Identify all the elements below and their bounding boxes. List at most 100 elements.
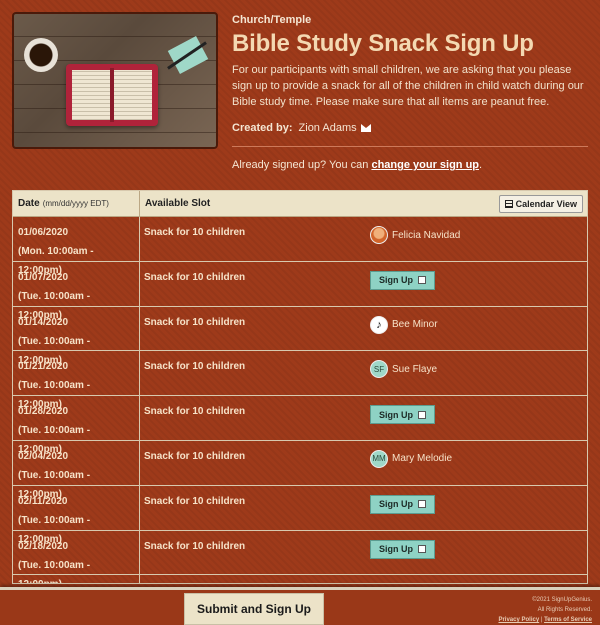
signup-cell: Felicia Navidad <box>370 217 587 261</box>
sign-up-button[interactable]: Sign Up <box>370 494 435 514</box>
signup-cell: Sign Up <box>370 396 587 440</box>
footer-bar: Submit and Sign Up ©2021 SignUpGenius. A… <box>0 587 600 625</box>
calendar-view-label: Calendar View <box>515 198 577 209</box>
slot-date: 01/28/2020 <box>18 406 69 418</box>
table-header: Date (mm/dd/yyyy EDT) Available Slot Cal… <box>13 191 587 217</box>
slot-cell: Snack for 10 children <box>144 361 246 373</box>
date-cell: 01/06/2020 (Mon. 10:00am - 12:00pm) <box>13 217 140 276</box>
terms-link[interactable]: Terms of Service <box>544 617 592 623</box>
calendar-view-button[interactable]: Calendar View <box>498 194 583 213</box>
participant-name: Sue Flaye <box>392 363 438 375</box>
sign-up-label: Sign Up <box>379 499 413 510</box>
bible-illustration <box>66 64 158 126</box>
table-row: 01/14/2020 (Tue. 10:00am - 12:00pm) Snac… <box>13 306 587 366</box>
slot-date: 01/06/2020 <box>18 227 69 238</box>
signup-cell: Sign Up <box>370 531 587 575</box>
participant-name: Mary Melodie <box>392 453 453 465</box>
signup-cell: ♪ Bee Minor <box>370 307 587 351</box>
copyright: ©2021 SignUpGenius. <box>532 597 592 603</box>
slot-date: 02/18/2020 <box>18 540 69 552</box>
creator-name: Zion Adams <box>298 122 357 134</box>
date-cell: 01/28/2020 (Tue. 10:00am - 12:00pm) <box>13 396 140 455</box>
sign-up-label: Sign Up <box>379 544 413 555</box>
signed-up-person: Felicia Navidad <box>370 226 587 244</box>
slot-header: Available Slot <box>145 198 211 209</box>
calendar-icon <box>504 199 513 208</box>
date-cell: 02/18/2020 (Tue. 10:00am - 12:00pm) <box>13 530 140 583</box>
table-row: 02/11/2020 (Tue. 10:00am - 12:00pm) Snac… <box>13 485 587 545</box>
table-row: 01/06/2020 (Mon. 10:00am - 12:00pm) Snac… <box>13 217 587 276</box>
table-row: 01/21/2020 (Tue. 10:00am - 12:00pm) Snac… <box>13 351 587 410</box>
date-cell: 01/21/2020 (Tue. 10:00am - 12:00pm) <box>13 351 140 410</box>
already-suffix: . <box>479 159 483 171</box>
slots-table: Date (mm/dd/yyyy EDT) Available Slot Cal… <box>12 190 588 584</box>
signed-up-person: ♪ Bee Minor <box>370 315 587 334</box>
privacy-link[interactable]: Privacy Policy <box>498 617 539 623</box>
slot-date: 01/14/2020 <box>18 316 69 328</box>
slot-date: 02/11/2020 <box>18 495 68 507</box>
slot-cell: Snack for 10 children <box>144 316 246 328</box>
slot-date: 01/21/2020 <box>18 361 69 373</box>
signed-up-person: SF Sue Flaye <box>370 360 587 379</box>
date-header: Date <box>18 198 40 209</box>
created-by: Created by: Zion Adams <box>232 122 588 134</box>
created-by-label: Created by: <box>232 122 293 134</box>
table-row: 01/07/2020 (Tue. 10:00am - 12:00pm) Snac… <box>13 261 587 321</box>
signup-cell: Sign Up <box>370 262 587 306</box>
table-body: 01/06/2020 (Mon. 10:00am - 12:00pm) Snac… <box>13 217 587 583</box>
date-cell: 02/11/2020 (Tue. 10:00am - 12:00pm) <box>13 485 140 545</box>
participant-name: Bee Minor <box>392 319 438 331</box>
signup-cell <box>370 575 587 583</box>
slot-cell: Snack for 10 children <box>144 450 246 462</box>
date-cell: 01/07/2020 (Tue. 10:00am - 12:00pm) <box>13 261 140 321</box>
table-row <box>13 575 587 583</box>
coffee-cup-illustration <box>24 38 58 72</box>
avatar-photo <box>370 226 388 244</box>
sign-up-button[interactable]: Sign Up <box>370 405 435 425</box>
date-cell: 01/14/2020 (Tue. 10:00am - 12:00pm) <box>13 306 140 366</box>
slot-cell: Snack for 10 children <box>144 227 246 238</box>
avatar-initials: SF <box>370 360 388 379</box>
signup-checkbox[interactable] <box>418 545 426 554</box>
signed-up-person: MM Mary Melodie <box>370 449 587 468</box>
date-format-hint: (mm/dd/yyyy EDT) <box>42 199 109 208</box>
page-title: Bible Study Snack Sign Up <box>232 30 534 57</box>
slot-cell: Snack for 10 children <box>144 406 246 418</box>
divider <box>232 146 588 147</box>
legal-info: ©2021 SignUpGenius. All Rights Reserved.… <box>498 597 592 623</box>
sign-up-button[interactable]: Sign Up <box>370 539 435 559</box>
table-row: 02/18/2020 (Tue. 10:00am - 12:00pm) Snac… <box>13 530 587 583</box>
avatar-initials: MM <box>370 449 388 468</box>
already-signed-up: Already signed up? You can change your s… <box>232 159 588 171</box>
slot-cell: Snack for 10 children <box>144 271 246 283</box>
date-cell <box>13 575 140 583</box>
signup-checkbox[interactable] <box>418 500 426 509</box>
header-image <box>12 12 218 149</box>
already-prefix: Already signed up? You can <box>232 159 369 171</box>
slot-date: 02/04/2020 <box>18 450 69 462</box>
table-row: 01/28/2020 (Tue. 10:00am - 12:00pm) Snac… <box>13 396 587 455</box>
signup-checkbox[interactable] <box>418 410 426 419</box>
music-note-icon: ♪ <box>370 315 388 334</box>
submit-button[interactable]: Submit and Sign Up <box>184 593 324 625</box>
date-cell: 02/04/2020 (Tue. 10:00am - 12:00pm) <box>13 440 140 500</box>
header: Church/Temple Bible Study Snack Sign Up … <box>12 12 588 182</box>
signup-cell: MM Mary Melodie <box>370 441 587 485</box>
mail-icon[interactable] <box>360 124 371 133</box>
table-row: 02/04/2020 (Tue. 10:00am - 12:00pm) Snac… <box>13 440 587 500</box>
change-signup-link[interactable]: change your sign up <box>371 159 479 171</box>
sign-up-label: Sign Up <box>379 275 413 286</box>
sign-up-button[interactable]: Sign Up <box>370 270 435 290</box>
signup-cell: SF Sue Flaye <box>370 351 587 395</box>
rights: All Rights Reserved. <box>537 607 592 613</box>
description: For our participants with small children… <box>232 64 584 108</box>
slot-cell: Snack for 10 children <box>144 540 246 552</box>
slot-cell: Snack for 10 children <box>144 495 246 507</box>
signup-cell: Sign Up <box>370 486 587 530</box>
category-label: Church/Temple <box>232 14 312 26</box>
participant-name: Felicia Navidad <box>392 229 461 241</box>
sign-up-label: Sign Up <box>379 409 413 420</box>
slot-date: 01/07/2020 <box>18 271 69 283</box>
signup-checkbox[interactable] <box>418 276 426 285</box>
slot-cell <box>140 575 370 583</box>
